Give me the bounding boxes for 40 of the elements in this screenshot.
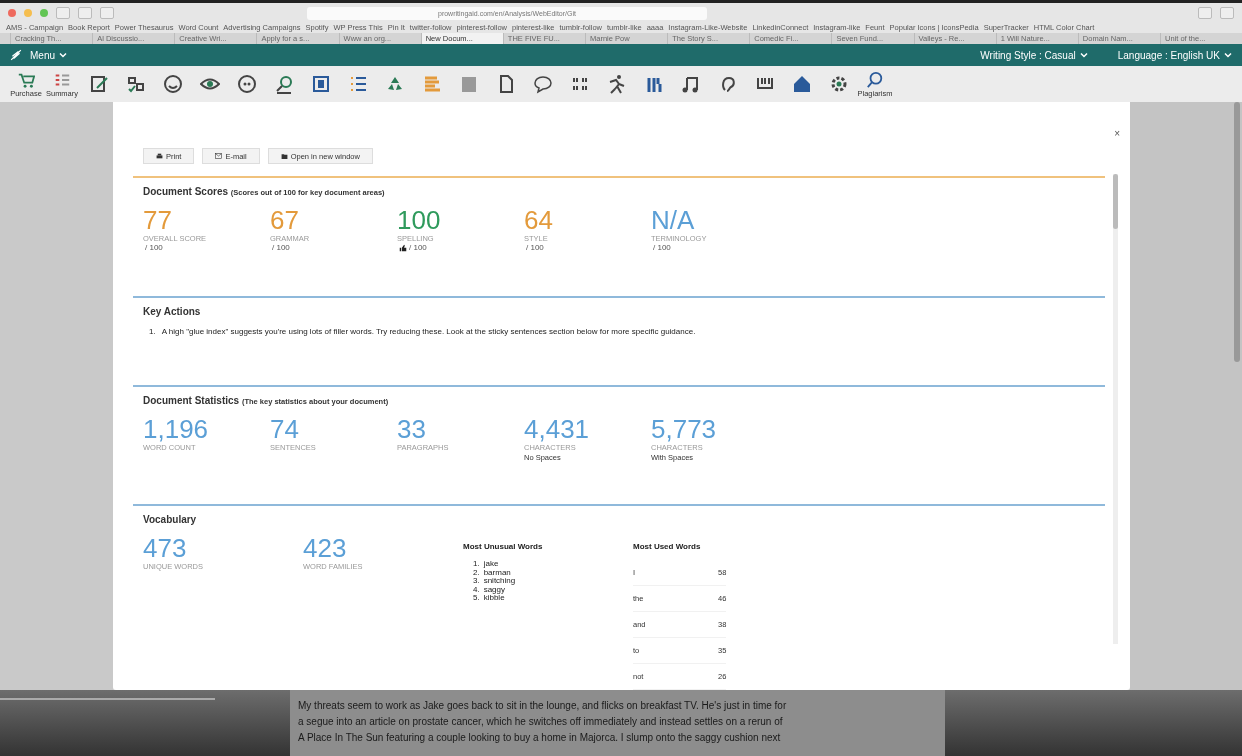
- statistic-value: 1,196: [143, 416, 209, 442]
- writing-style-dropdown[interactable]: Writing Style : Casual: [980, 49, 1076, 61]
- score-max: / 100: [653, 243, 671, 252]
- list-number: 3.: [473, 577, 480, 586]
- vocabulary-value: 473: [143, 535, 187, 561]
- score-value: 64: [524, 207, 553, 233]
- section-heading: Vocabulary: [143, 514, 198, 525]
- unusual-word: snitching: [483, 577, 516, 586]
- list-number: 4.: [473, 585, 480, 594]
- list-heading: Most Used Words: [633, 542, 702, 551]
- statistic-value: 4,431: [524, 416, 590, 442]
- document-text-line: a segue into an article on prostate cancer, which he switches off immediately and instead settles on a rerun of: [298, 715, 784, 729]
- list-number: 1.: [149, 326, 156, 336]
- menu-dropdown[interactable]: Menu: [30, 49, 55, 61]
- key-action-text: A high "glue index" suggests you're using lots of filler words. Try reducing these. Look at the sticky sentences section below for more specific guidance.: [161, 326, 696, 336]
- score-max: / 100: [145, 243, 163, 252]
- list-heading: Most Unusual Words: [463, 542, 544, 551]
- unusual-word: barman: [483, 568, 511, 577]
- score-value: 100: [397, 207, 441, 233]
- list-number: 1.: [473, 560, 480, 569]
- document-text-line: My threats seem to work as Jake goes back to sit in the lounge, and flicks on breakfast TV. He's just in time for: [298, 699, 788, 713]
- unusual-word: jake: [483, 560, 499, 568]
- unusual-word: kibble: [483, 594, 505, 603]
- score-max: / 100: [272, 243, 290, 252]
- language-dropdown[interactable]: Language : English UK: [1117, 49, 1220, 61]
- section-heading: Key Actions: [143, 305, 202, 317]
- unusual-word: saggy: [483, 585, 506, 594]
- score-max: / 100: [409, 243, 427, 252]
- close-button[interactable]: ×: [1114, 128, 1120, 139]
- document-text-line: A Place In The Sun featuring a couple looking to buy a home in Majorca. I slump onto the saggy cushion next: [298, 731, 782, 745]
- score-value: 77: [143, 207, 172, 233]
- list-number: 2.: [473, 568, 480, 577]
- vocabulary-value: 423: [303, 535, 347, 561]
- statistic-value: 5,773: [651, 416, 717, 442]
- statistic-value: 74: [270, 416, 299, 442]
- score-max: / 100: [526, 243, 544, 252]
- statistic-value: 33: [397, 416, 426, 442]
- score-value: N/A: [651, 207, 695, 233]
- score-value: 67: [270, 207, 299, 233]
- list-number: 5.: [473, 594, 480, 603]
